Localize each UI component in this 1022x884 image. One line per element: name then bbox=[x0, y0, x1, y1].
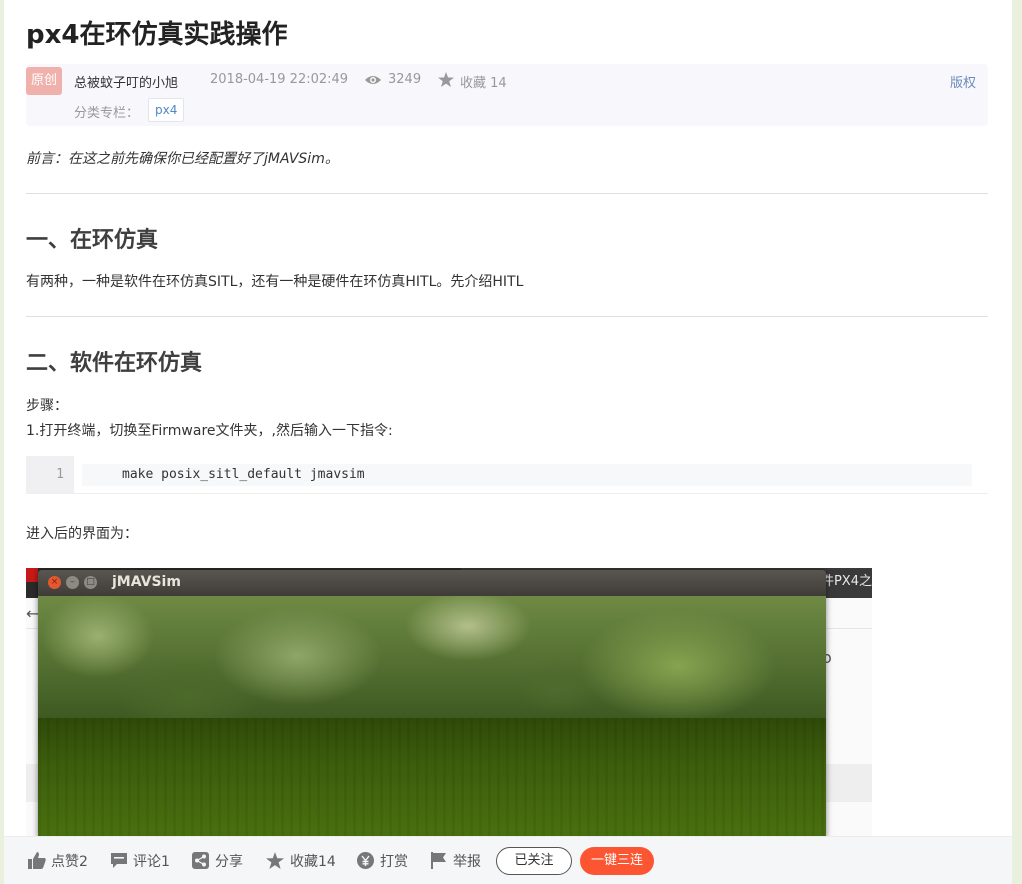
author-link[interactable]: 总被蚊子叮的小旭 bbox=[74, 72, 178, 91]
share-button[interactable]: 分享 bbox=[215, 851, 243, 871]
like-button[interactable]: 点赞2 bbox=[51, 851, 88, 871]
simulation-trees-view bbox=[38, 596, 826, 718]
share-icon[interactable] bbox=[192, 852, 209, 873]
article-container: px4在环仿真实践操作 原创 总被蚊子叮的小旭 2018-04-19 22:02… bbox=[4, 0, 1012, 883]
window-minimize-icon: – bbox=[66, 576, 79, 589]
comment-button[interactable]: 评论1 bbox=[133, 851, 170, 871]
comment-icon[interactable] bbox=[110, 852, 128, 873]
preface-text: 前言：在这之前先确保你已经配置好了jMAVSim。 bbox=[26, 151, 339, 167]
article-screenshot: 件PX4之 ← o × – □ jMAVSim bbox=[26, 568, 872, 838]
star-icon[interactable] bbox=[438, 72, 454, 91]
window-titlebar: × – □ jMAVSim bbox=[38, 570, 826, 596]
screenshot-red-mark bbox=[26, 568, 38, 582]
step-1-text: 1.打开终端，切换至Firmware文件夹，,然后输入一下指令: bbox=[26, 423, 393, 439]
original-badge: 原创 bbox=[26, 67, 62, 95]
category-label: 分类专栏： bbox=[74, 106, 140, 121]
window-close-icon: × bbox=[48, 576, 61, 589]
eye-icon bbox=[364, 72, 382, 91]
favorite-button[interactable]: 收藏14 bbox=[290, 851, 336, 871]
code-line-number: 1 bbox=[26, 456, 74, 494]
steps-label: 步骤： bbox=[26, 398, 68, 414]
code-block[interactable]: 1 make posix_sitl_default jmavsim bbox=[26, 456, 972, 494]
simulation-ground-view bbox=[38, 718, 826, 838]
article-info-box: 原创 总被蚊子叮的小旭 2018-04-19 22:02:49 3249 收藏 … bbox=[26, 64, 988, 126]
window-title: jMAVSim bbox=[112, 574, 181, 590]
report-button[interactable]: 举报 bbox=[453, 851, 481, 871]
screenshot-bg-title: 件PX4之 bbox=[820, 574, 872, 589]
bottom-action-bar: 点赞2 评论1 分享 收藏14 打赏 举报 已关注 一键三连 bbox=[4, 836, 1012, 884]
reward-button[interactable]: 打赏 bbox=[380, 851, 408, 871]
thumbs-up-icon[interactable] bbox=[28, 852, 46, 873]
category-tag[interactable]: px4 bbox=[148, 98, 185, 122]
favorite-count[interactable]: 收藏 14 bbox=[460, 72, 507, 91]
code-line[interactable]: make posix_sitl_default jmavsim bbox=[82, 464, 972, 486]
article-title: px4在环仿真实践操作 bbox=[26, 20, 288, 50]
triple-action-button[interactable]: 一键三连 bbox=[580, 847, 654, 875]
favorite-star-icon[interactable] bbox=[266, 852, 284, 873]
report-flag-icon[interactable] bbox=[431, 852, 447, 873]
section-heading-1: 一、在环仿真 bbox=[26, 228, 159, 253]
jmavsim-window: × – □ jMAVSim bbox=[38, 570, 826, 838]
divider bbox=[26, 193, 988, 194]
section-heading-2: 二、软件在环仿真 bbox=[26, 351, 203, 376]
divider bbox=[26, 316, 988, 317]
copyright-link[interactable]: 版权 bbox=[950, 72, 976, 91]
window-maximize-icon: □ bbox=[84, 576, 97, 589]
publish-date: 2018-04-19 22:02:49 bbox=[210, 72, 349, 87]
reward-yen-icon[interactable] bbox=[357, 852, 374, 873]
after-code-text: 进入后的界面为： bbox=[26, 526, 138, 542]
paragraph-1: 有两种，一种是软件在环仿真SITL，还有一种是硬件在环仿真HITL。先介绍HIT… bbox=[26, 274, 524, 290]
code-divider bbox=[26, 493, 988, 494]
follow-button[interactable]: 已关注 bbox=[496, 847, 572, 875]
view-count: 3249 bbox=[388, 72, 422, 87]
